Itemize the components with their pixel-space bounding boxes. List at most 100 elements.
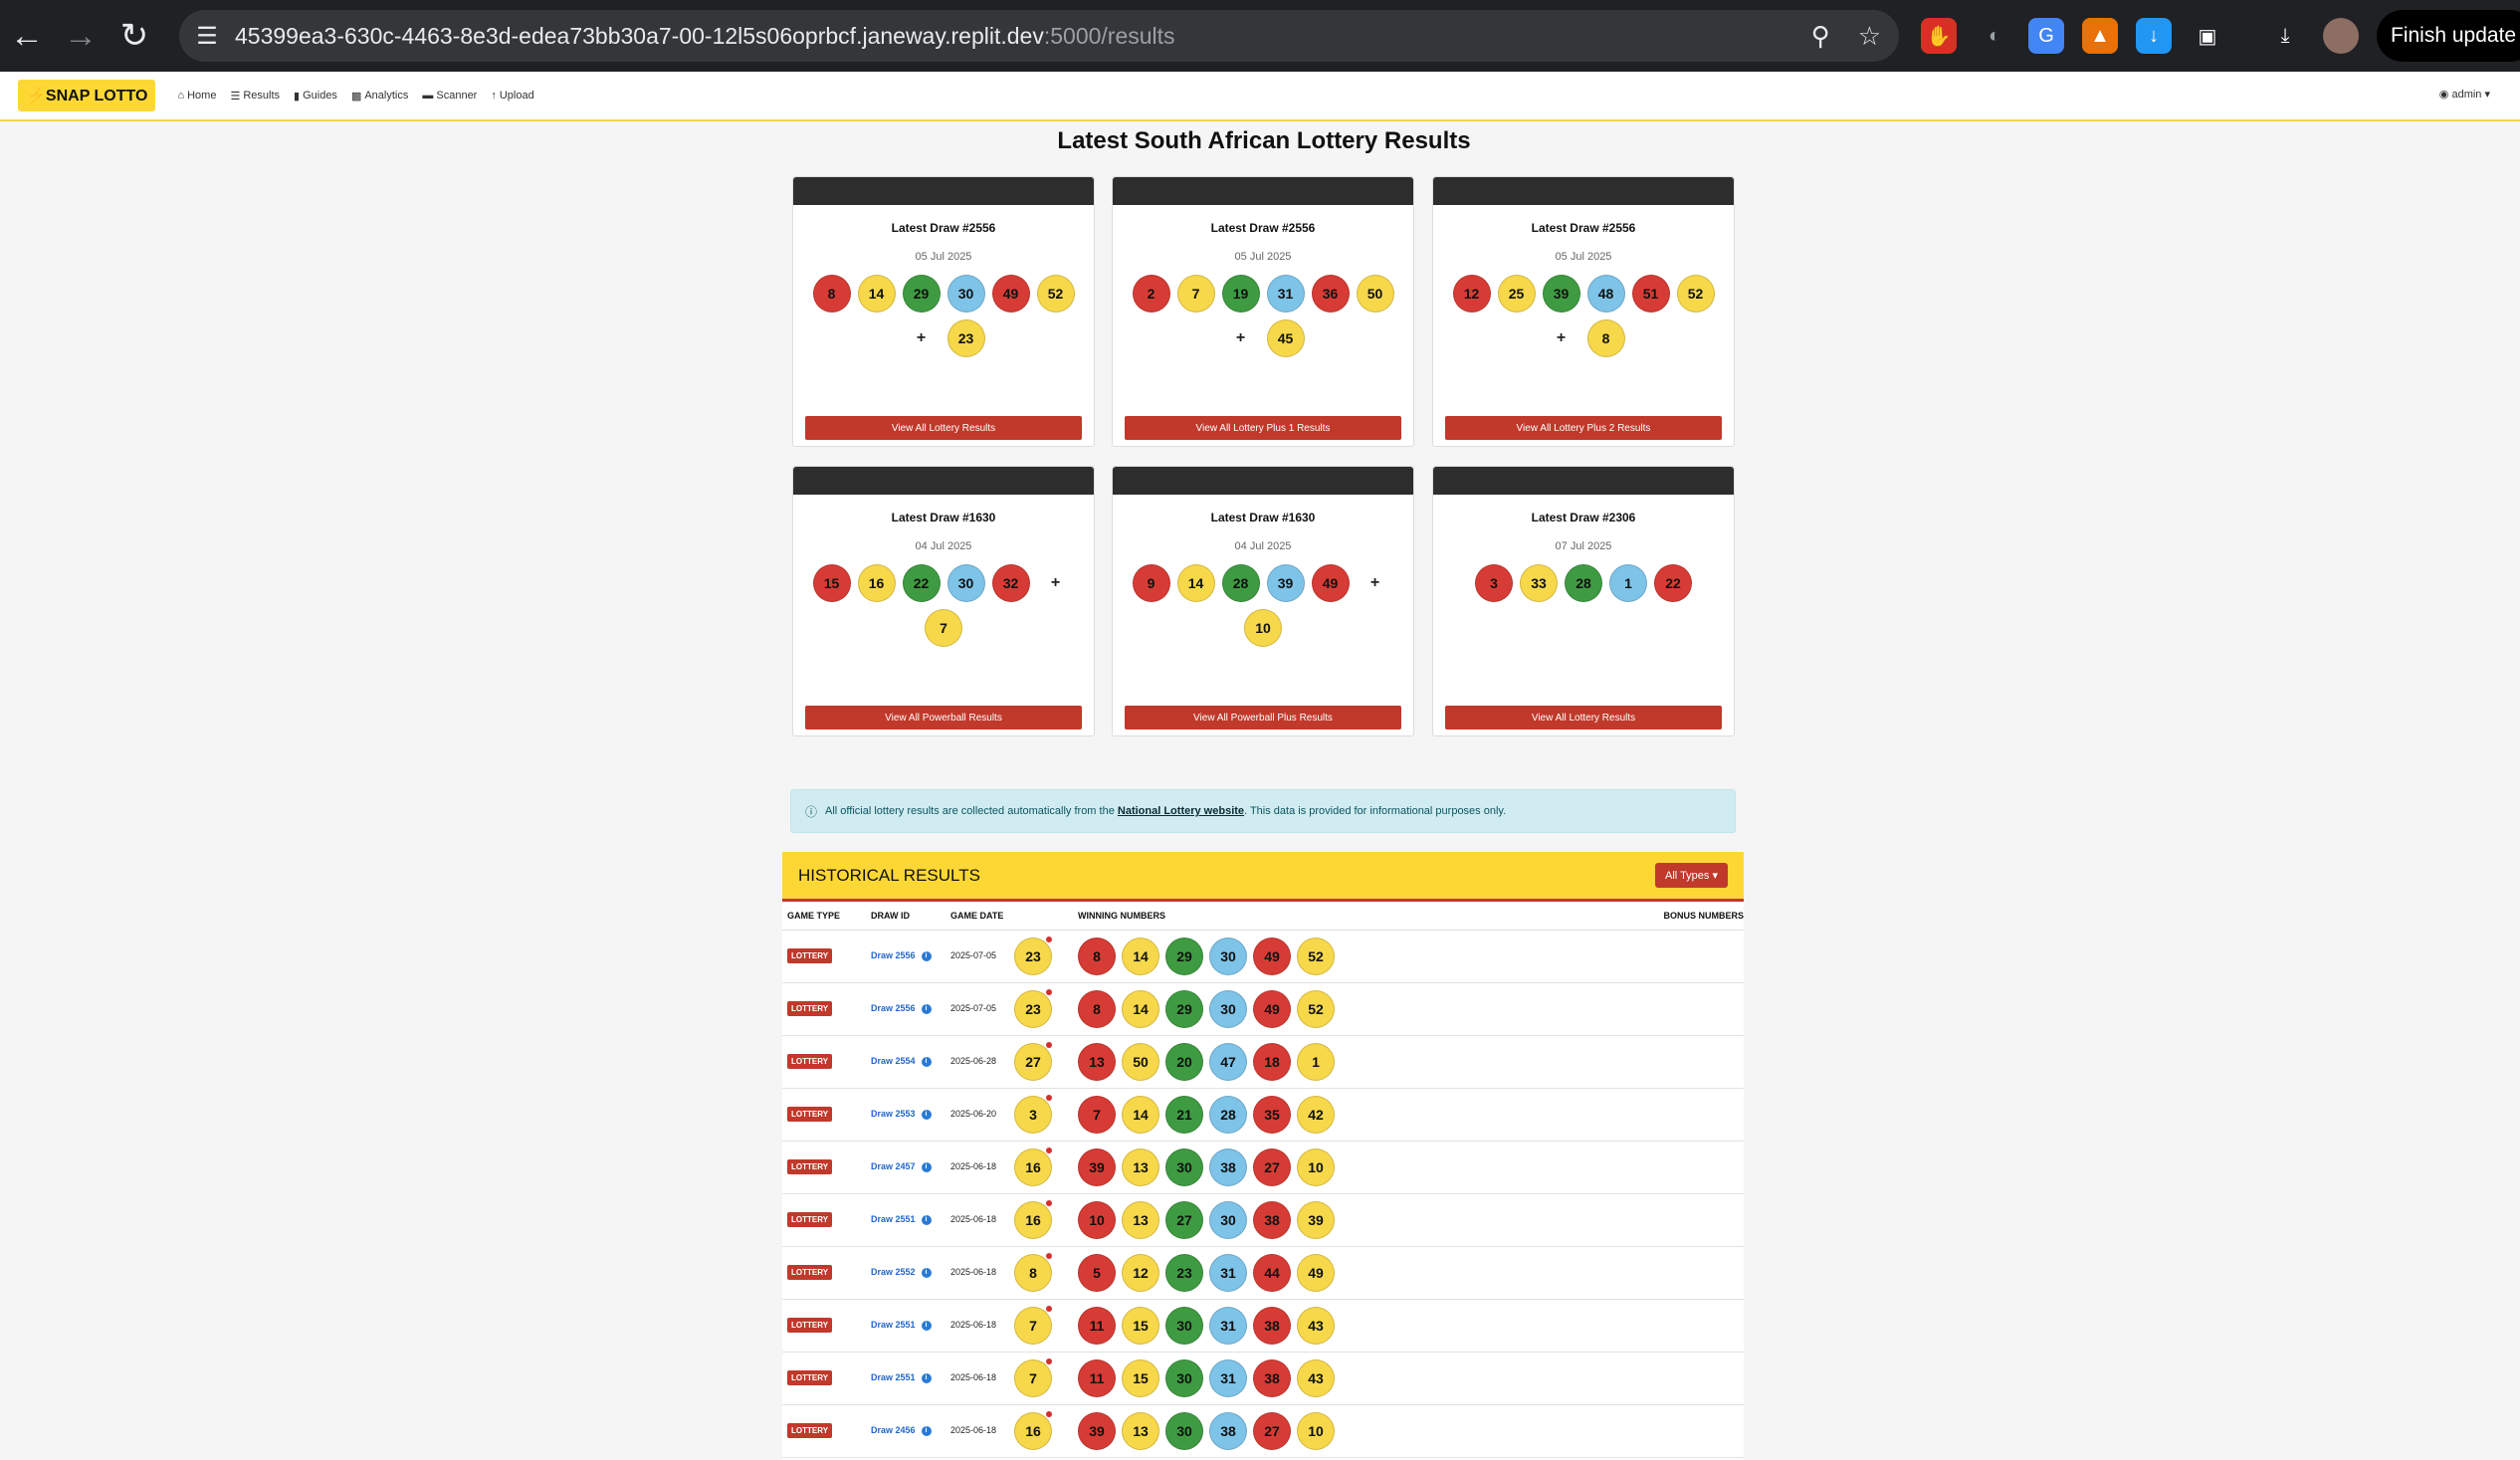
- back-icon[interactable]: ←: [0, 0, 54, 72]
- nav-guides[interactable]: ▮ Guides: [294, 90, 337, 103]
- nav-scanner[interactable]: ▬ Scanner: [422, 90, 477, 103]
- draw-link[interactable]: Draw 2556 i: [871, 950, 932, 961]
- view-all-results-button[interactable]: View All Lottery Results: [1445, 706, 1722, 730]
- translate-extension-icon[interactable]: G: [2028, 18, 2064, 54]
- reload-icon[interactable]: ↻: [107, 0, 161, 72]
- info-icon[interactable]: i: [921, 1214, 932, 1225]
- lottery-ball: 49: [1253, 989, 1291, 1028]
- info-text: All official lottery results are collect…: [825, 805, 1115, 817]
- fox-extension-icon[interactable]: ▲: [2082, 18, 2118, 54]
- lottery-ball: 28: [1221, 564, 1260, 602]
- info-icon[interactable]: i: [921, 1109, 932, 1120]
- lottery-ball: 43: [1297, 1306, 1335, 1345]
- lottery-ball: 38: [1209, 1147, 1247, 1186]
- draw-link[interactable]: Draw 2551 i: [871, 1320, 932, 1331]
- view-all-results-button[interactable]: View All Powerball Plus Results: [1125, 706, 1401, 730]
- nav-home[interactable]: ⌂ Home: [177, 90, 216, 103]
- game-date-cell: 2025-06-18: [945, 1141, 1073, 1194]
- view-all-results-button[interactable]: View All Lottery Plus 1 Results: [1125, 416, 1401, 440]
- lottery-ball: 10: [1297, 1411, 1335, 1450]
- draw-link[interactable]: Draw 2556 i: [871, 1003, 932, 1014]
- game-type-cell: LOTTERY: [782, 982, 866, 1036]
- draw-link[interactable]: Draw 2457 i: [871, 1161, 932, 1172]
- game-date-cell: 2025-07-05: [945, 982, 1073, 1036]
- forward-icon[interactable]: →: [54, 0, 107, 72]
- lottery-ball: 35: [1253, 1095, 1291, 1134]
- info-icon[interactable]: i: [921, 1003, 932, 1014]
- national-lottery-link[interactable]: National Lottery website: [1118, 805, 1244, 817]
- info-icon[interactable]: i: [921, 1161, 932, 1172]
- draw-id-cell: Draw 2556 i: [866, 982, 945, 1036]
- url-host: 45399ea3-630c-4463-8e3d-edea73bb30a7-00-…: [235, 22, 1044, 49]
- lottery-ball: 31: [1266, 275, 1305, 313]
- draw-link[interactable]: Draw 2551 i: [871, 1372, 932, 1383]
- upload-icon: ↑: [491, 90, 497, 102]
- extension-loading-icon[interactable]: ◐: [1977, 18, 2012, 54]
- game-type-badge: LOTTERY: [787, 1212, 833, 1227]
- card-date: 04 Jul 2025: [1234, 540, 1292, 552]
- bonus-number: 16: [1014, 1410, 1052, 1450]
- lottery-ball: 38: [1209, 1411, 1247, 1450]
- draw-id-cell: Draw 2551 i: [866, 1193, 945, 1247]
- downloads-icon[interactable]: ⤓: [2267, 18, 2303, 54]
- new-indicator-dot: [1046, 1357, 1052, 1364]
- bonus-ball: 23: [1014, 937, 1052, 975]
- nav-label: Guides: [303, 90, 337, 102]
- nav-analytics[interactable]: ▩ Analytics: [351, 90, 408, 103]
- nav-label: Scanner: [436, 90, 478, 102]
- draw-id-text: Draw 2556: [871, 950, 916, 960]
- info-icon[interactable]: i: [921, 950, 932, 961]
- draw-id-text: Draw 2551: [871, 1372, 916, 1382]
- draw-id-cell: Draw 2457 i: [866, 1141, 945, 1194]
- admin-label: admin: [2451, 89, 2482, 101]
- address-bar[interactable]: ☰ 45399ea3-630c-4463-8e3d-edea73bb30a7-0…: [179, 10, 1899, 62]
- info-icon[interactable]: i: [921, 1320, 932, 1331]
- draw-link[interactable]: Draw 2551 i: [871, 1214, 932, 1225]
- info-icon[interactable]: i: [921, 1372, 932, 1383]
- draw-link[interactable]: Draw 2554 i: [871, 1056, 932, 1067]
- draw-link[interactable]: Draw 2552 i: [871, 1267, 932, 1278]
- admin-dropdown[interactable]: ◉ admin ▾: [2439, 88, 2490, 101]
- draw-link[interactable]: Draw 2456 i: [871, 1425, 932, 1436]
- result-card: Latest Draw #2556 05 Jul 2025 12 25 39 48 51…: [1432, 176, 1735, 447]
- all-types-dropdown[interactable]: All Types ▾: [1654, 863, 1728, 888]
- download-extension-icon[interactable]: ↓: [2136, 18, 2172, 54]
- lottery-ball: 38: [1253, 1200, 1291, 1239]
- nav-upload[interactable]: ↑ Upload: [491, 90, 533, 103]
- view-all-results-button[interactable]: View All Powerball Results: [805, 706, 1082, 730]
- bonus-number: 23: [1014, 988, 1052, 1028]
- lottery-ball: 13: [1122, 1200, 1159, 1239]
- historical-header: HISTORICAL RESULTS All Types ▾: [782, 852, 1744, 902]
- draw-id-cell: Draw 2554 i: [866, 1035, 945, 1089]
- winning-numbers: 39 13 30 38 27 10: [1078, 1411, 1335, 1450]
- view-all-results-button[interactable]: View All Lottery Plus 2 Results: [1445, 416, 1722, 440]
- view-all-results-button[interactable]: View All Lottery Results: [805, 416, 1082, 440]
- draw-link[interactable]: Draw 2553 i: [871, 1109, 932, 1120]
- site-info-icon[interactable]: ☰: [179, 22, 235, 51]
- game-date-cell: 2025-06-28: [945, 1035, 1073, 1089]
- info-icon[interactable]: i: [921, 1056, 932, 1067]
- bookmark-star-icon[interactable]: ☆: [1858, 21, 1881, 52]
- extensions-puzzle-icon[interactable]: ▣: [2190, 18, 2225, 54]
- lottery-ball: 30: [1209, 1200, 1247, 1239]
- game-type-badge: LOTTERY: [787, 1370, 833, 1385]
- nav-label: Home: [187, 90, 217, 102]
- lottery-ball: 50: [1122, 1042, 1159, 1081]
- game-type-cell: LOTTERY: [782, 1088, 866, 1142]
- zoom-icon[interactable]: ⚲: [1811, 21, 1830, 52]
- info-icon[interactable]: i: [921, 1425, 932, 1436]
- draw-id-cell: Draw 2552 i: [866, 1246, 945, 1300]
- new-indicator-dot: [1046, 1410, 1052, 1417]
- game-type-cell: LOTTERY: [782, 1035, 866, 1089]
- nav-results[interactable]: ☰ Results: [230, 90, 280, 103]
- finish-update-button[interactable]: Finish update: [2377, 10, 2520, 62]
- url-text[interactable]: 45399ea3-630c-4463-8e3d-edea73bb30a7-00-…: [235, 23, 1175, 50]
- info-icon[interactable]: i: [921, 1267, 932, 1278]
- profile-avatar[interactable]: [2323, 18, 2359, 54]
- lottery-ball: 28: [1565, 564, 1602, 602]
- brand-logo[interactable]: ⚡SNAP LOTTO: [18, 80, 156, 111]
- extension-red-icon[interactable]: ✋: [1921, 18, 1957, 54]
- lottery-ball: 42: [1297, 1095, 1335, 1134]
- plus-sign: +: [916, 329, 927, 346]
- card-title: Latest Draw #2556: [1210, 221, 1316, 235]
